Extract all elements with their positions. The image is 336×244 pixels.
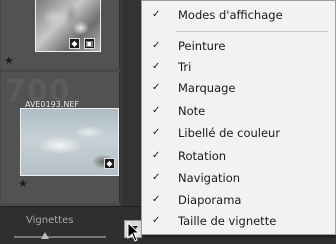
menu-item-label: Rotation bbox=[178, 149, 227, 163]
thumbnail-cell[interactable]: ◆ ▣ ★ bbox=[1, 0, 120, 69]
menu-item-diaporama[interactable]: ✓ Diaporama bbox=[142, 190, 335, 210]
menu-item-peinture[interactable]: ✓ Peinture bbox=[142, 36, 335, 56]
menu-separator bbox=[176, 31, 328, 32]
star-icon[interactable]: ★ bbox=[4, 55, 14, 66]
lightroom-window: ◆ ▣ ★ 700 _AVE0193.NEF ◆ ★ Vignettes ✓ M… bbox=[0, 0, 336, 244]
menu-item-label: Peinture bbox=[178, 39, 226, 53]
check-icon: ✓ bbox=[152, 194, 161, 205]
menu-item-libelle-couleur[interactable]: ✓ Libellé de couleur bbox=[142, 123, 335, 143]
menu-item-label: Diaporama bbox=[178, 193, 242, 207]
metadata-badge-icon: ◆ bbox=[104, 158, 115, 169]
menu-item-navigation[interactable]: ✓ Navigation bbox=[142, 168, 335, 188]
check-icon: ✓ bbox=[152, 105, 161, 116]
filmstrip-panel: ◆ ▣ ★ 700 _AVE0193.NEF ◆ ★ bbox=[0, 0, 120, 206]
menu-item-rotation[interactable]: ✓ Rotation bbox=[142, 146, 335, 166]
menu-item-note[interactable]: ✓ Note bbox=[142, 101, 335, 121]
check-icon: ✓ bbox=[152, 215, 161, 226]
mouse-cursor-icon bbox=[127, 221, 141, 242]
crop-badge-icon: ▣ bbox=[84, 38, 95, 49]
check-icon: ✓ bbox=[152, 61, 161, 72]
menu-item-label: Marquage bbox=[178, 81, 236, 95]
thumbnail-size-label: Vignettes bbox=[26, 215, 74, 226]
menu-item-tri[interactable]: ✓ Tri bbox=[142, 57, 335, 77]
menu-item-label: Taille de vignette bbox=[178, 214, 277, 228]
check-icon: ✓ bbox=[152, 9, 161, 20]
menu-item-label: Tri bbox=[178, 60, 192, 74]
slider-thumb[interactable] bbox=[41, 232, 49, 239]
menu-item-label: Note bbox=[178, 104, 206, 118]
menu-item-taille-vignette[interactable]: ✓ Taille de vignette bbox=[142, 211, 335, 231]
toolbar-options-menu: ✓ Modes d'affichage ✓ Peinture ✓ Tri ✓ M… bbox=[141, 0, 336, 235]
check-icon: ✓ bbox=[152, 127, 161, 138]
star-icon[interactable]: ★ bbox=[18, 178, 28, 189]
menu-item-modes-affichage[interactable]: ✓ Modes d'affichage bbox=[142, 5, 335, 25]
menu-item-marquage[interactable]: ✓ Marquage bbox=[142, 78, 335, 98]
check-icon: ✓ bbox=[152, 40, 161, 51]
menu-item-label: Libellé de couleur bbox=[178, 126, 281, 140]
thumbnail-size-slider[interactable] bbox=[14, 236, 106, 238]
check-icon: ✓ bbox=[152, 150, 161, 161]
check-icon: ✓ bbox=[152, 82, 161, 93]
metadata-badge-icon: ◆ bbox=[69, 38, 80, 49]
thumbnail-cell[interactable]: 700 _AVE0193.NEF ◆ ★ bbox=[1, 72, 120, 203]
menu-item-label: Navigation bbox=[178, 171, 241, 185]
menu-item-label: Modes d'affichage bbox=[178, 8, 283, 22]
check-icon: ✓ bbox=[152, 172, 161, 183]
